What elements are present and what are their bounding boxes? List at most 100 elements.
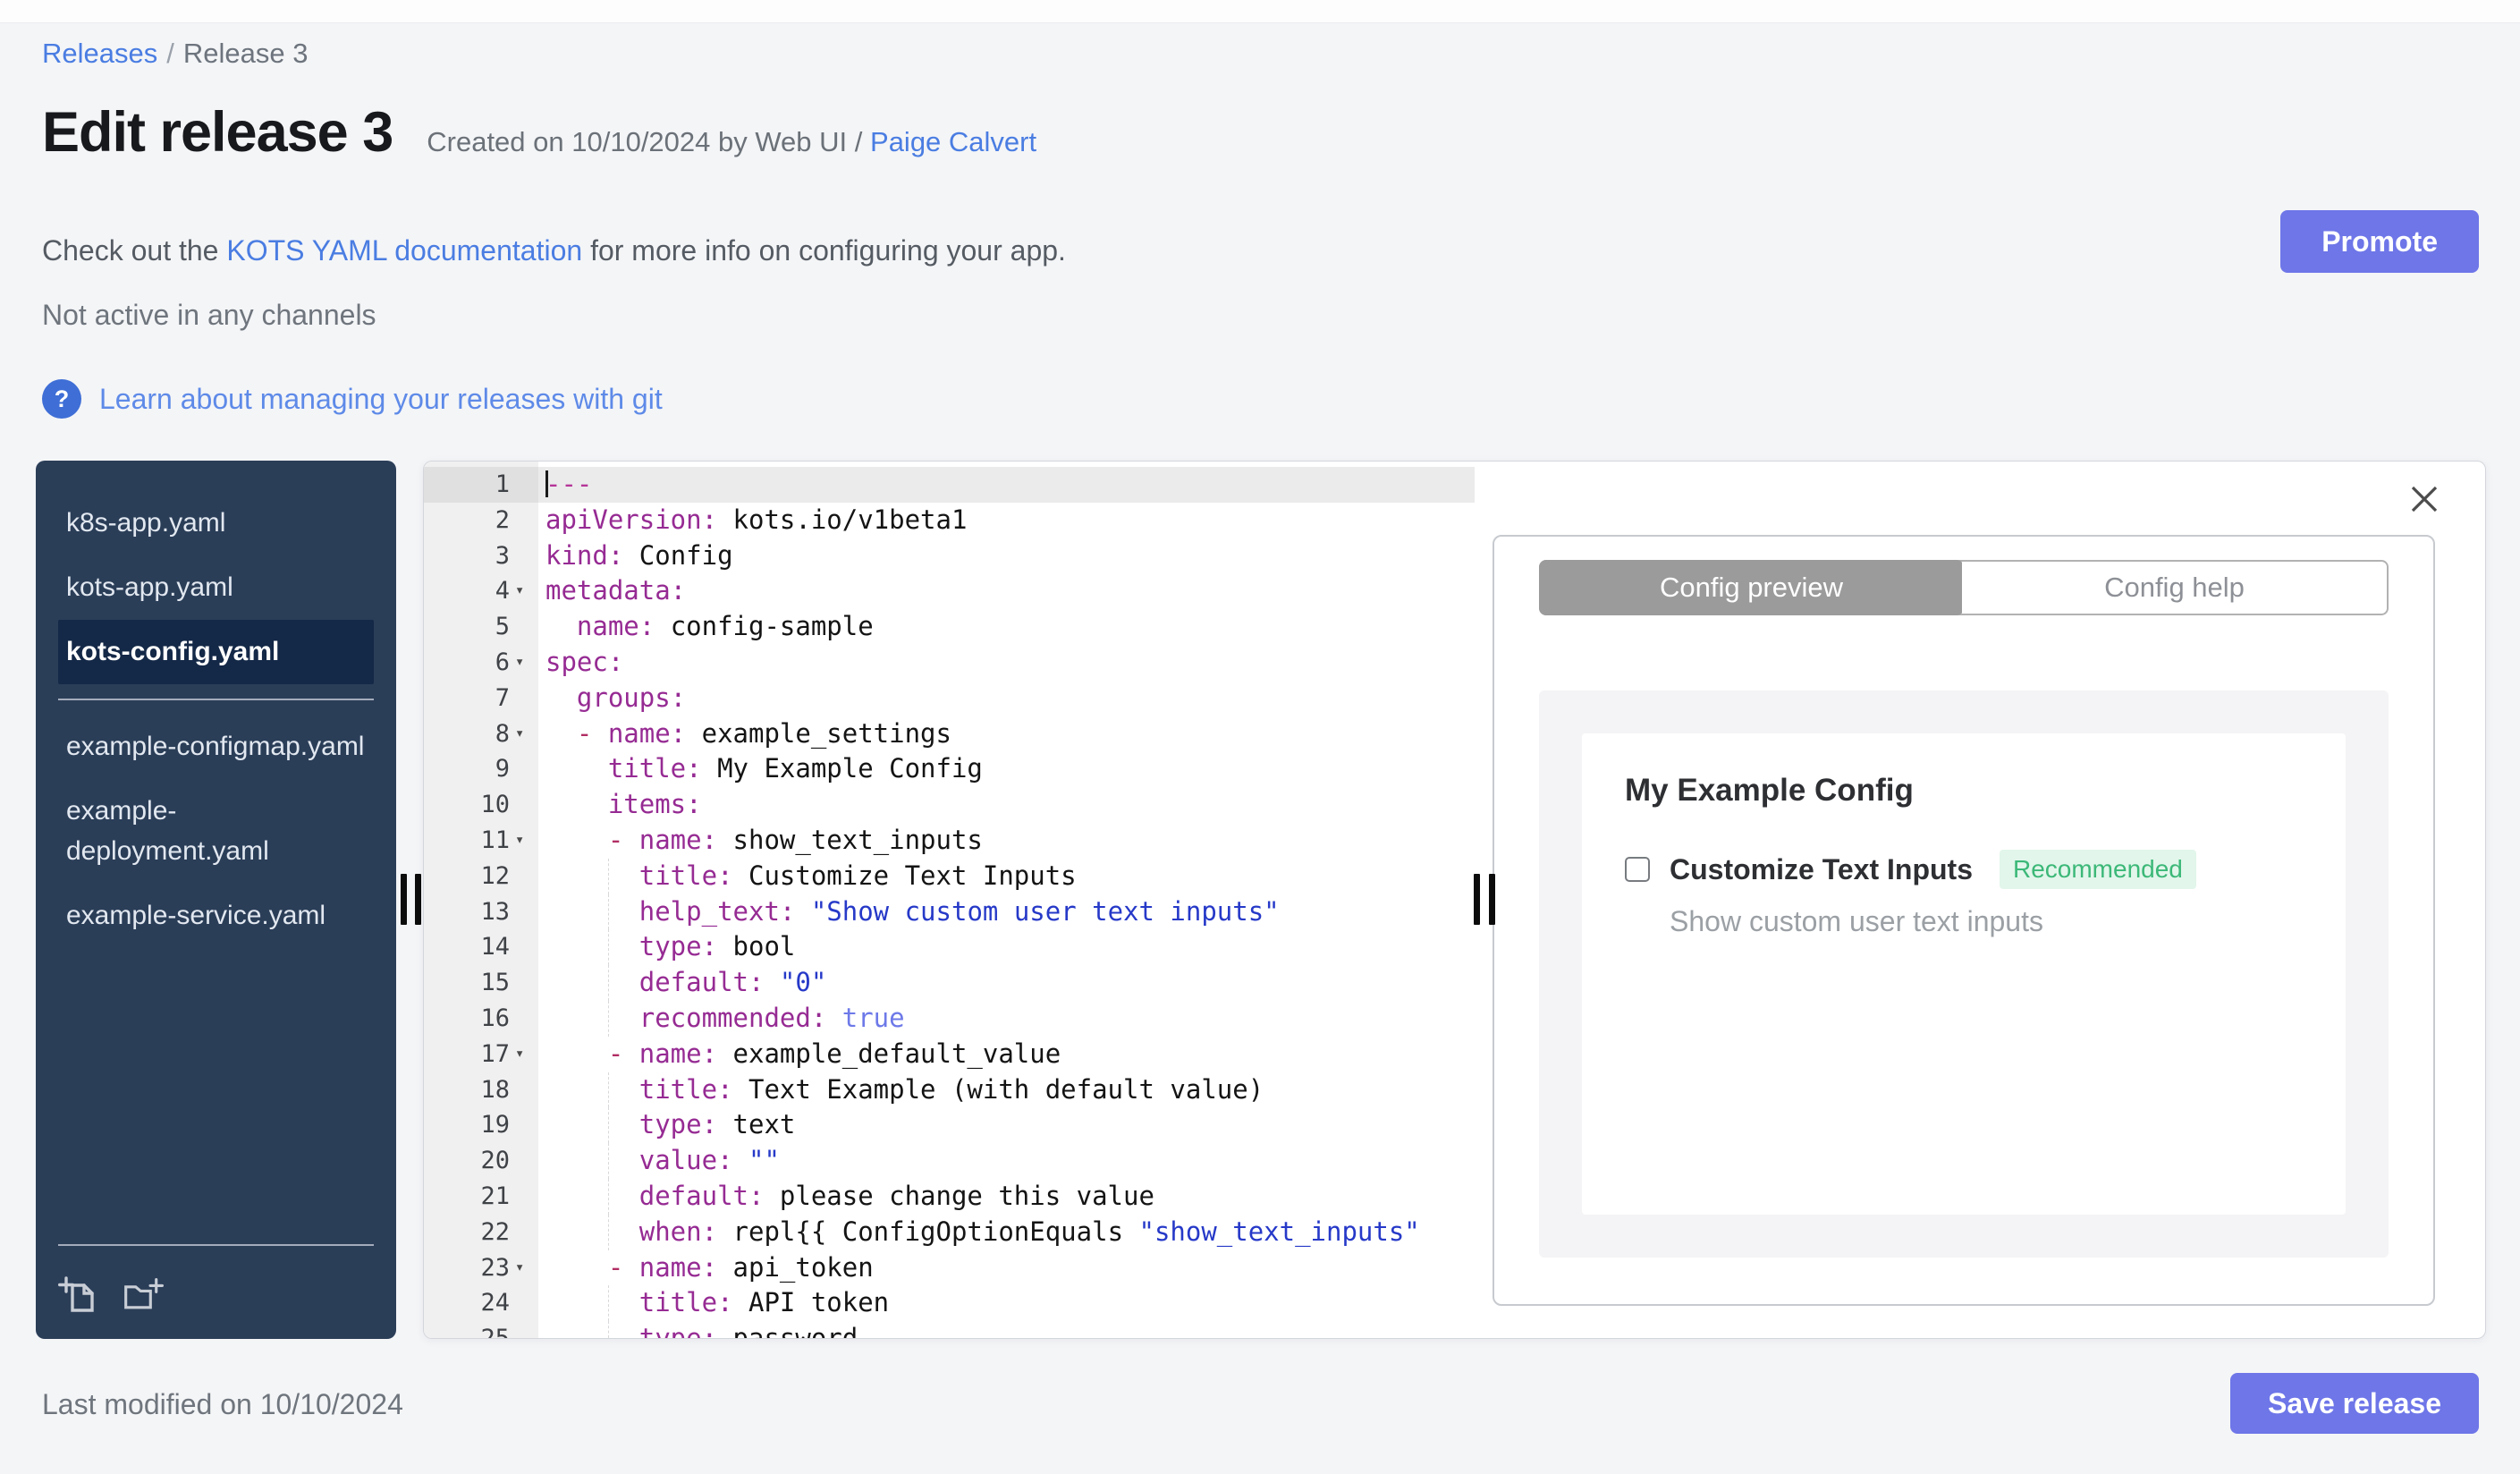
code-line-content[interactable]: - name: example_settings <box>538 716 1475 752</box>
code-line[interactable]: 12 title: Customize Text Inputs <box>424 858 1475 894</box>
code-line-content[interactable]: type: bool <box>538 929 1475 965</box>
preview-tabs: Config preview Config help <box>1539 560 2389 615</box>
code-line[interactable]: 13 help_text: "Show custom user text inp… <box>424 894 1475 930</box>
line-number: 21 <box>480 1182 510 1210</box>
line-number: 1 <box>495 470 510 498</box>
sidebar-divider <box>58 698 374 700</box>
code-line-content[interactable]: metadata: <box>538 573 1475 609</box>
file-item-kots-app.yaml[interactable]: kots-app.yaml <box>58 555 374 620</box>
preview-card: Config preview Config help My Example Con… <box>1493 535 2435 1306</box>
code-line[interactable]: 17 ▾ - name: example_default_value <box>424 1037 1475 1072</box>
code-line-content[interactable]: type: text <box>538 1107 1475 1143</box>
code-line[interactable]: 23 ▾ - name: api_token <box>424 1250 1475 1286</box>
code-line[interactable]: 6 ▾ spec: <box>424 645 1475 681</box>
code-line-content[interactable]: - name: example_default_value <box>538 1037 1475 1072</box>
code-line-content[interactable]: default: "0" <box>538 965 1475 1001</box>
code-line-content[interactable]: - name: api_token <box>538 1250 1475 1286</box>
code-line[interactable]: 15 default: "0" <box>424 965 1475 1001</box>
code-line-content[interactable]: when: repl{{ ConfigOptionEquals "show_te… <box>538 1214 1475 1250</box>
new-folder-icon[interactable] <box>123 1275 164 1316</box>
sidebar-actions <box>36 1260 396 1339</box>
breadcrumb-releases-link[interactable]: Releases <box>42 38 157 69</box>
code-line-content[interactable]: title: API token <box>538 1285 1475 1321</box>
code-line-content[interactable]: spec: <box>538 645 1475 681</box>
code-line[interactable]: 2 apiVersion: kots.io/v1beta1 <box>424 503 1475 538</box>
yaml-code-editor[interactable]: 1 --- 2 apiVersion: kots.io/v1beta1 3 kind: C… <box>424 462 1475 1338</box>
fold-arrow-icon[interactable]: ▾ <box>510 1250 538 1286</box>
tab-config-help[interactable]: Config help <box>1962 562 2387 614</box>
pane-resize-handle-bar[interactable] <box>1489 874 1495 925</box>
gutter-cell: 13 <box>424 894 538 930</box>
fold-arrow-icon[interactable]: ▾ <box>510 823 538 859</box>
config-item-help: Show custom user text inputs <box>1670 905 2043 937</box>
code-line[interactable]: 5 name: config-sample <box>424 609 1475 645</box>
code-line-content[interactable]: apiVersion: kots.io/v1beta1 <box>538 503 1475 538</box>
config-preview-pane: Config preview Config help My Example Con… <box>1475 462 2485 1338</box>
gutter-cell: 2 <box>424 503 538 538</box>
gutter-cell: 11 ▾ <box>424 823 538 859</box>
code-line[interactable]: 20 value: "" <box>424 1143 1475 1179</box>
code-line-content[interactable]: - name: show_text_inputs <box>538 823 1475 859</box>
gutter-cell: 12 <box>424 859 538 894</box>
pane-resize-handle-bar[interactable] <box>1474 874 1480 925</box>
code-line-content[interactable]: groups: <box>538 681 1475 716</box>
code-line-content[interactable]: --- <box>538 467 1475 503</box>
code-line-content[interactable]: recommended: true <box>538 1000 1475 1037</box>
code-line[interactable]: 14 type: bool <box>424 929 1475 965</box>
code-line[interactable]: 4 ▾ metadata: <box>424 573 1475 609</box>
code-line-content[interactable]: items: <box>538 787 1475 823</box>
code-line[interactable]: 10 items: <box>424 787 1475 823</box>
kots-yaml-docs-link[interactable]: KOTS YAML documentation <box>226 234 582 267</box>
gutter-cell: 24 <box>424 1285 538 1321</box>
code-line[interactable]: 25 type: password <box>424 1321 1475 1338</box>
fold-arrow-icon[interactable]: ▾ <box>510 645 538 681</box>
git-help-row: ? Learn about managing your releases wit… <box>42 379 663 419</box>
file-item-kots-config.yaml[interactable]: kots-config.yaml <box>58 619 374 684</box>
code-line[interactable]: 7 groups: <box>424 681 1475 716</box>
code-line[interactable]: 21 default: please change this value <box>424 1178 1475 1215</box>
code-line-content[interactable]: value: "" <box>538 1143 1475 1179</box>
close-icon[interactable] <box>2406 481 2442 517</box>
code-line[interactable]: 22 when: repl{{ ConfigOptionEquals "show… <box>424 1214 1475 1250</box>
preview-inset: My Example Config Customize Text Inputs … <box>1539 690 2389 1258</box>
code-line-content[interactable]: title: Text Example (with default value) <box>538 1072 1475 1108</box>
customize-text-inputs-checkbox[interactable] <box>1625 857 1650 882</box>
sidebar-resize-handle-bar[interactable] <box>415 874 421 925</box>
file-item-k8s-app.yaml[interactable]: k8s-app.yaml <box>58 491 374 555</box>
code-line[interactable]: 1 --- <box>424 467 1475 503</box>
code-line-content[interactable]: name: config-sample <box>538 609 1475 645</box>
fold-arrow-icon[interactable]: ▾ <box>510 573 538 609</box>
tab-config-preview[interactable]: Config preview <box>1539 560 1964 615</box>
fold-arrow-icon[interactable]: ▾ <box>510 716 538 752</box>
code-line-content[interactable]: help_text: "Show custom user text inputs… <box>538 894 1475 930</box>
new-file-icon[interactable] <box>58 1275 99 1316</box>
code-line[interactable]: 18 title: Text Example (with default val… <box>424 1072 1475 1108</box>
git-releases-link[interactable]: Learn about managing your releases with … <box>99 383 663 416</box>
code-line[interactable]: 8 ▾ - name: example_settings <box>424 716 1475 752</box>
file-item-example-service.yaml[interactable]: example-service.yaml <box>58 884 374 948</box>
code-line[interactable]: 24 title: API token <box>424 1285 1475 1321</box>
line-number: 6 <box>495 648 510 676</box>
code-line[interactable]: 11 ▾ - name: show_text_inputs <box>424 823 1475 859</box>
sidebar-resize-handle-bar[interactable] <box>401 874 407 925</box>
promote-button[interactable]: Promote <box>2280 210 2479 273</box>
fold-arrow-icon[interactable]: ▾ <box>510 1037 538 1072</box>
file-item-example-deployment.yaml[interactable]: example-deployment.yaml <box>58 779 374 885</box>
code-line[interactable]: 3 kind: Config <box>424 538 1475 574</box>
code-line[interactable]: 16 recommended: true <box>424 1000 1475 1037</box>
code-line-content[interactable]: default: please change this value <box>538 1178 1475 1215</box>
author-link[interactable]: Paige Calvert <box>870 126 1036 157</box>
save-release-button[interactable]: Save release <box>2230 1373 2479 1434</box>
gutter-cell: 17 ▾ <box>424 1037 538 1072</box>
code-line-content[interactable]: type: password <box>538 1321 1475 1338</box>
file-item-example-configmap.yaml[interactable]: example-configmap.yaml <box>58 715 374 779</box>
breadcrumb: Releases / Release 3 <box>42 38 308 70</box>
code-line-content[interactable]: kind: Config <box>538 538 1475 574</box>
code-line[interactable]: 19 type: text <box>424 1107 1475 1143</box>
code-line[interactable]: 9 title: My Example Config <box>424 751 1475 787</box>
code-line-content[interactable]: title: Customize Text Inputs <box>538 858 1475 894</box>
code-line-content[interactable]: title: My Example Config <box>538 751 1475 787</box>
